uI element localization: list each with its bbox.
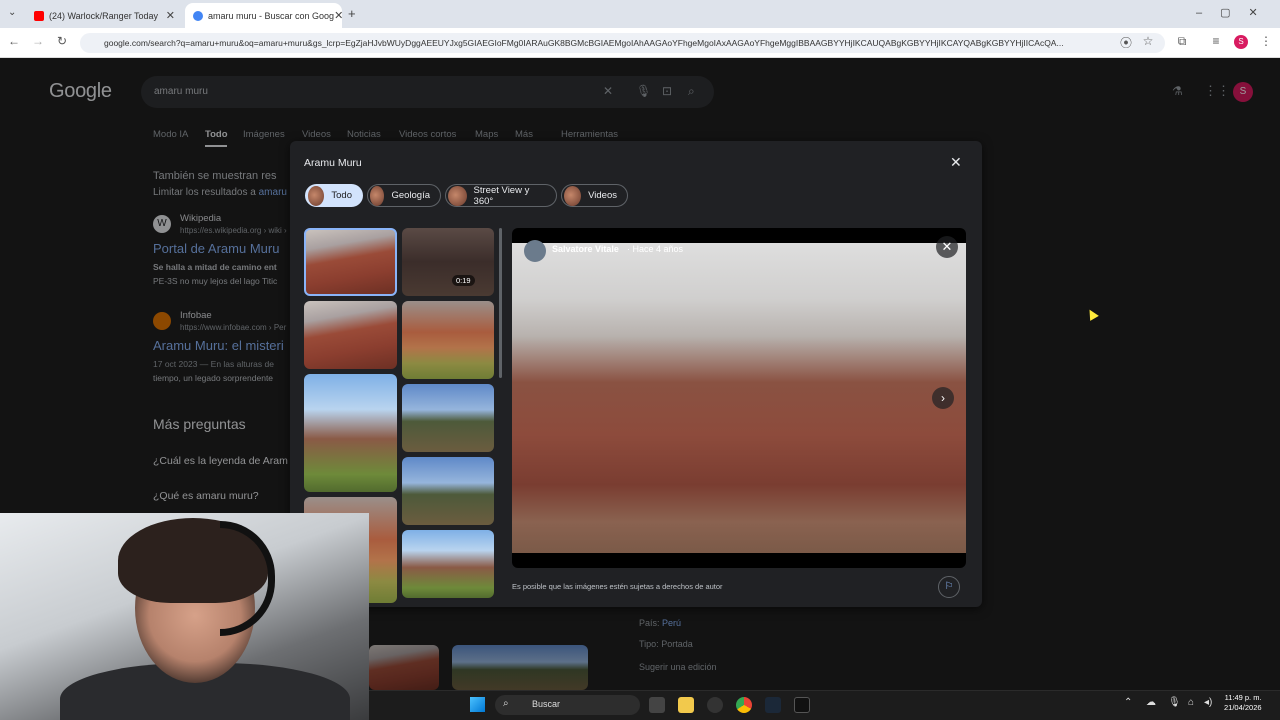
tab-google[interactable]: amaru muru - Buscar con Goog ✕ [185, 3, 342, 28]
taskbar-search[interactable]: ⌕ Buscar [495, 695, 640, 715]
video-duration: 0:19 [452, 275, 475, 286]
close-icon[interactable]: ✕ [950, 154, 962, 171]
back-icon[interactable]: ← [6, 34, 22, 48]
close-icon[interactable]: ✕ [166, 9, 175, 22]
chip-videos[interactable]: Videos [561, 184, 628, 207]
obs-icon[interactable] [707, 697, 723, 713]
app-icon[interactable] [794, 697, 810, 713]
image-thumb[interactable] [304, 374, 397, 492]
chip-thumb [308, 185, 325, 206]
tab-title: (24) Warlock/Ranger Today [49, 10, 159, 21]
chip-thumb [564, 185, 582, 206]
forward-icon[interactable]: → [30, 34, 46, 48]
window-controls[interactable]: –▢✕ [1196, 6, 1276, 19]
reload-icon[interactable]: ↻ [54, 34, 70, 48]
tab-search-icon[interactable]: ⌄ [8, 7, 16, 18]
chip-street-view[interactable]: Street View y 360° [445, 184, 557, 207]
author-avatar [524, 240, 546, 262]
report-flag-icon[interactable]: ⚐ [938, 576, 960, 598]
address-bar[interactable]: google.com/search?q=amaru+muru&oq=amaru+… [80, 33, 1165, 53]
google-icon [193, 10, 203, 21]
volume-icon[interactable]: ◂) [1204, 697, 1212, 708]
image-thumb[interactable] [304, 301, 397, 369]
next-image-icon[interactable]: › [932, 387, 954, 409]
network-icon[interactable]: ⌂ [1188, 697, 1194, 708]
chrome-icon[interactable] [736, 697, 752, 713]
clock-time: 11:49 p. m. [1224, 693, 1262, 702]
thumb-scrollbar[interactable] [499, 228, 502, 378]
tray-chevron-icon[interactable]: ⌃ [1124, 697, 1132, 708]
copyright-notice: Es posible que las imágenes estén sujeta… [512, 582, 723, 591]
image-age: · Hace 4 años [627, 244, 684, 254]
steam-icon[interactable] [765, 697, 781, 713]
new-tab-button[interactable]: + [348, 6, 356, 21]
close-icon[interactable]: ✕ [334, 9, 342, 22]
image-thumb[interactable] [402, 384, 494, 452]
taskbar-clock[interactable]: 11:49 p. m. 21/04/2026 [1224, 693, 1262, 713]
onedrive-icon[interactable]: ☁ [1146, 697, 1156, 708]
tab-youtube[interactable]: (24) Warlock/Ranger Today ✕ [26, 3, 183, 28]
profile-avatar[interactable]: S [1234, 35, 1248, 49]
headphones [220, 521, 275, 636]
main-image[interactable] [512, 243, 966, 553]
task-view-icon[interactable] [649, 697, 665, 713]
image-thumb[interactable] [402, 457, 494, 525]
image-thumb-selected[interactable] [304, 228, 397, 296]
author-name[interactable]: Salvatore Vitale [552, 244, 619, 254]
mic-icon[interactable]: 🎙 [1168, 697, 1181, 708]
main-image-frame [512, 228, 966, 568]
video-thumb[interactable]: 0:19 [402, 228, 494, 296]
image-thumb[interactable] [402, 530, 494, 598]
webcam-overlay [0, 513, 369, 720]
clock-date: 21/04/2026 [1224, 703, 1262, 712]
chip-thumb [370, 185, 385, 206]
panel-title: Aramu Muru [304, 157, 362, 169]
youtube-icon [34, 10, 44, 21]
windows-start-icon[interactable] [470, 697, 485, 712]
kebab-icon[interactable]: ⋮ [1258, 34, 1274, 48]
chip-todo[interactable]: Todo [305, 184, 363, 207]
close-image-icon[interactable]: ✕ [936, 236, 958, 258]
tab-title: amaru muru - Buscar con Goog [208, 10, 335, 21]
chip-thumb [448, 185, 467, 206]
image-thumb[interactable] [402, 301, 494, 379]
star-icon[interactable]: ☆ [1140, 34, 1156, 48]
file-explorer-icon[interactable] [678, 697, 694, 713]
search-icon: ⌕ [503, 698, 509, 709]
chip-geologia[interactable]: Geología [367, 184, 441, 207]
menu-icon[interactable]: ≡ [1208, 34, 1224, 48]
extensions-icon[interactable]: ⧉ [1174, 34, 1190, 49]
location-icon[interactable]: ⦿ [1118, 34, 1134, 51]
url-text: google.com/search?q=amaru+muru&oq=amaru+… [104, 38, 1064, 48]
